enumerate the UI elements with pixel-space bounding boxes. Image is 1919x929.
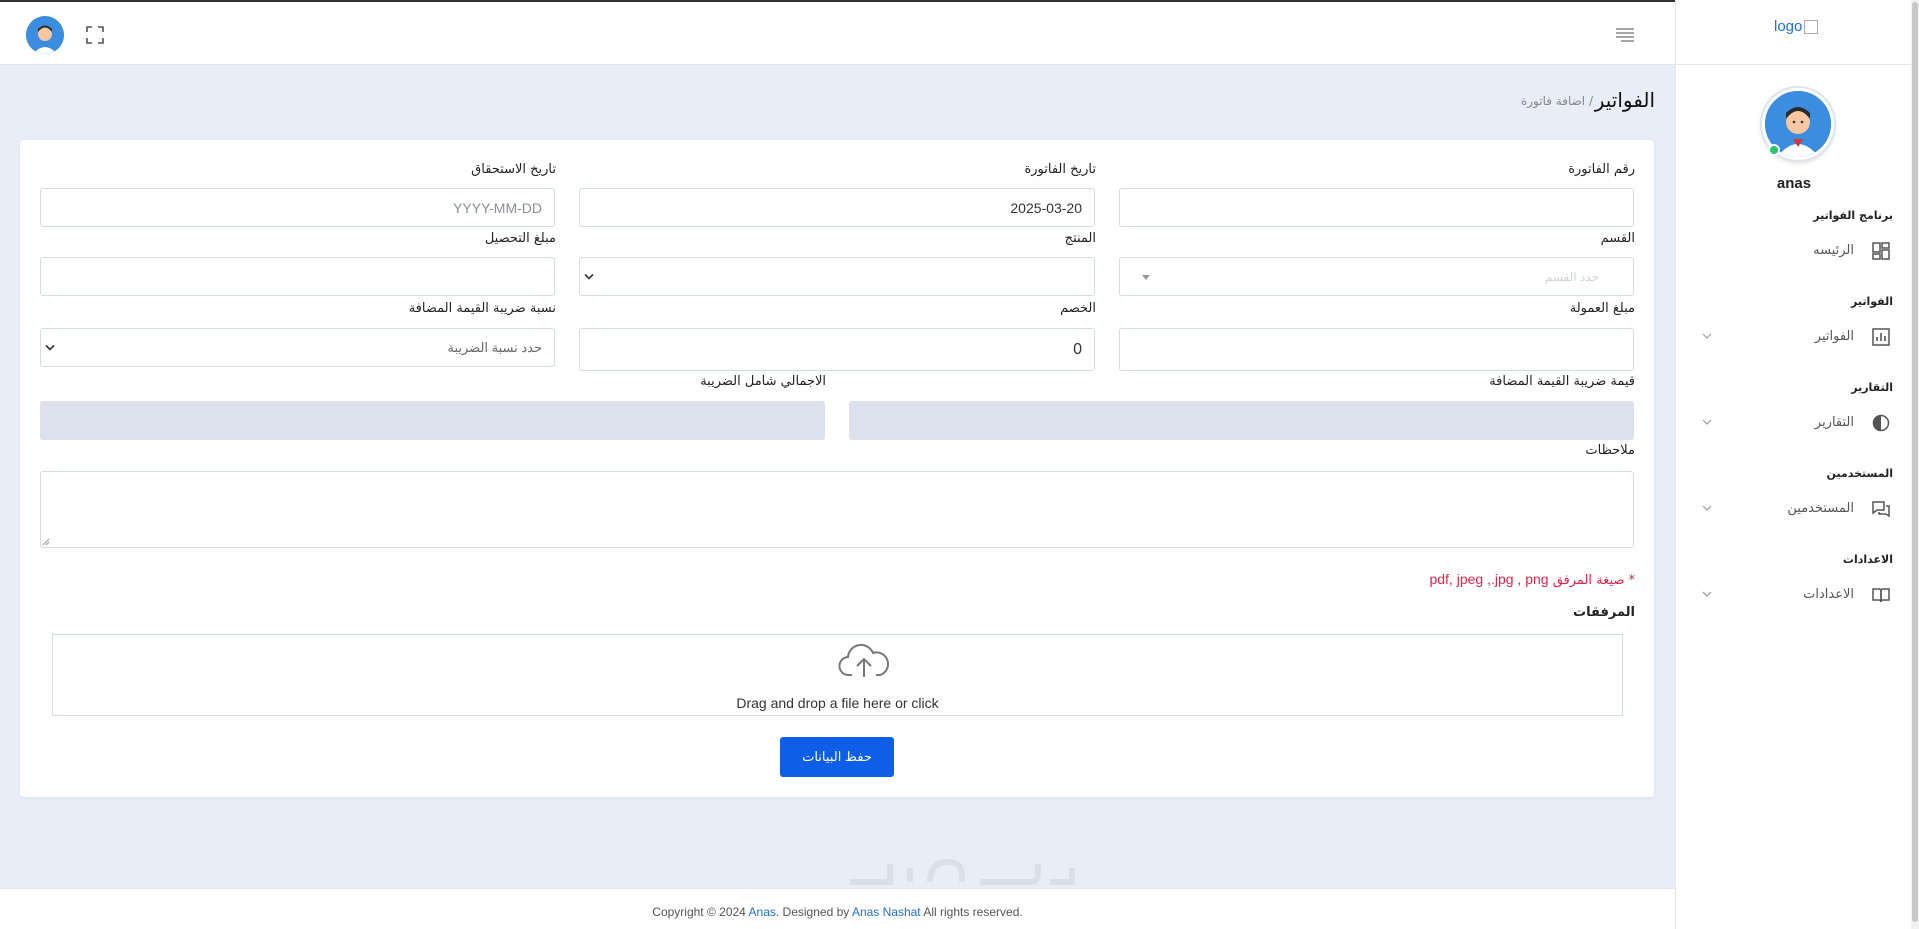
- dropdown-arrow-icon: [1142, 275, 1150, 280]
- notes-textarea[interactable]: [40, 471, 1634, 548]
- sidebar-heading-invoices: الفواتير: [1851, 295, 1893, 308]
- chevron-down-icon[interactable]: [1702, 417, 1712, 427]
- section-label: القسم: [1600, 231, 1635, 246]
- commission-amount-input[interactable]: [1119, 328, 1634, 371]
- format-note-prefix: * صيغة المرفق: [1552, 573, 1635, 588]
- commission-amount-label: مبلغ العمولة: [1569, 301, 1635, 316]
- notes-label: ملاحظات: [1585, 443, 1635, 458]
- file-dropzone[interactable]: Drag and drop a file here or click: [52, 634, 1623, 716]
- invoice-number-label: رقم الفاتورة: [1568, 162, 1635, 177]
- dropzone-text: Drag and drop a file here or click: [736, 695, 939, 711]
- pie-chart-icon: [1872, 414, 1890, 432]
- vat-value-label: قيمة ضريبة القيمة المضافة: [1489, 374, 1635, 389]
- sidebar-item-label: الاعدادات: [1803, 587, 1854, 602]
- due-date-input[interactable]: YYYY-MM-DD: [40, 188, 555, 227]
- attachment-format-note: * صيغة المرفق pdf, jpeg ,.jpg , png: [1429, 571, 1635, 588]
- invoice-date-label: تاريخ الفاتورة: [1024, 162, 1096, 177]
- bar-chart-icon: [1872, 328, 1890, 346]
- save-button[interactable]: حفظ البيانات: [780, 737, 894, 777]
- sidebar-item-home[interactable]: الرئيسه: [1676, 236, 1912, 266]
- format-list: pdf, jpeg ,.jpg , png: [1429, 571, 1549, 587]
- sidebar-heading-app: برنامج الفواتير: [1813, 209, 1893, 222]
- profile-name: anas: [1776, 175, 1812, 192]
- sidebar-item-reports[interactable]: التقارير: [1676, 408, 1912, 438]
- online-status-dot: [1768, 144, 1780, 156]
- total-with-tax-label: الاجمالي شامل الضريبة: [700, 374, 826, 389]
- chat-icon: [1872, 501, 1890, 518]
- resize-grip-icon[interactable]: [42, 538, 50, 546]
- scrollbar-thumb[interactable]: [1912, 2, 1918, 922]
- total-with-tax-input: [40, 401, 825, 440]
- invoice-number-input[interactable]: [1119, 188, 1634, 227]
- page-title: الفواتير: [1594, 88, 1655, 112]
- chevron-down-icon[interactable]: [1702, 331, 1712, 341]
- chevron-down-icon[interactable]: [1702, 589, 1712, 599]
- sidebar-scrollbar[interactable]: [1911, 0, 1919, 929]
- invoice-form-card: رقم الفاتورة تاريخ الفاتورة تاريخ الاستح…: [20, 140, 1654, 797]
- book-icon: [1872, 588, 1890, 603]
- footer: Copyright © 2024 Anas. Designed by Anas …: [0, 888, 1675, 929]
- due-date-placeholder: YYYY-MM-DD: [453, 200, 542, 216]
- product-select[interactable]: [579, 257, 1095, 296]
- sidebar-item-invoices[interactable]: الفواتير: [1676, 322, 1912, 352]
- sidebar-item-label: التقارير: [1814, 415, 1854, 430]
- vat-rate-label: نسبة ضريبة القيمة المضافة: [408, 301, 556, 316]
- author-link[interactable]: Anas Nashat: [852, 905, 921, 919]
- due-date-label: تاريخ الاستحقاق: [471, 162, 556, 177]
- sidebar-item-label: المستخدمين: [1787, 501, 1854, 516]
- chevron-down-icon: [584, 273, 594, 280]
- sidebar: logo anas برنامج الفواتير الرئيسه الفوات…: [1675, 0, 1919, 929]
- sidebar-item-settings[interactable]: الاعدادات: [1676, 580, 1912, 610]
- logo-alt-text: logo: [1774, 18, 1803, 35]
- section-placeholder: حدد القسم: [1544, 270, 1599, 284]
- sidebar-heading-users: المستخدمين: [1826, 467, 1893, 480]
- breadcrumb[interactable]: / اضافة فاتورة: [1521, 94, 1593, 108]
- dashboard-icon: [1872, 242, 1890, 260]
- product-label: المنتج: [1064, 231, 1096, 246]
- divider: [1676, 64, 1912, 65]
- logo[interactable]: logo: [1774, 18, 1819, 35]
- broken-image-icon: [1804, 20, 1819, 35]
- sidebar-heading-reports: التقارير: [1851, 381, 1893, 394]
- fullscreen-icon[interactable]: [86, 26, 104, 44]
- discount-value: 0: [1073, 341, 1082, 358]
- collection-amount-label: مبلغ التحصيل: [484, 231, 556, 246]
- sidebar-item-users[interactable]: المستخدمين: [1676, 494, 1912, 524]
- user-avatar[interactable]: [26, 16, 64, 54]
- vat-value-input: [849, 401, 1634, 440]
- copyright-text: Copyright © 2024 Anas. Designed by Anas …: [652, 905, 1023, 919]
- chevron-down-icon: [45, 344, 55, 351]
- menu-icon[interactable]: [1615, 26, 1635, 44]
- section-select[interactable]: حدد القسم: [1119, 257, 1634, 296]
- invoice-date-input[interactable]: 2025-03-20: [579, 188, 1095, 227]
- cloud-upload-icon: [838, 643, 890, 677]
- sidebar-heading-settings: الاعدادات: [1842, 553, 1893, 566]
- brand-link[interactable]: Anas: [749, 905, 776, 919]
- discount-input[interactable]: 0: [579, 328, 1095, 371]
- top-navbar: [0, 0, 1675, 65]
- attachments-label: المرفقات: [1573, 605, 1635, 620]
- sidebar-item-label: الرئيسه: [1813, 243, 1854, 258]
- chevron-down-icon[interactable]: [1702, 503, 1712, 513]
- vat-rate-placeholder: حدد نسبة الضريبة: [447, 340, 542, 355]
- discount-label: الخصم: [1060, 301, 1096, 316]
- collection-amount-input[interactable]: [40, 257, 555, 296]
- vat-rate-select[interactable]: حدد نسبة الضريبة: [40, 328, 555, 367]
- sidebar-item-label: الفواتير: [1814, 329, 1854, 344]
- invoice-date-value: 2025-03-20: [1010, 200, 1082, 216]
- watermark-logo: [850, 858, 1075, 885]
